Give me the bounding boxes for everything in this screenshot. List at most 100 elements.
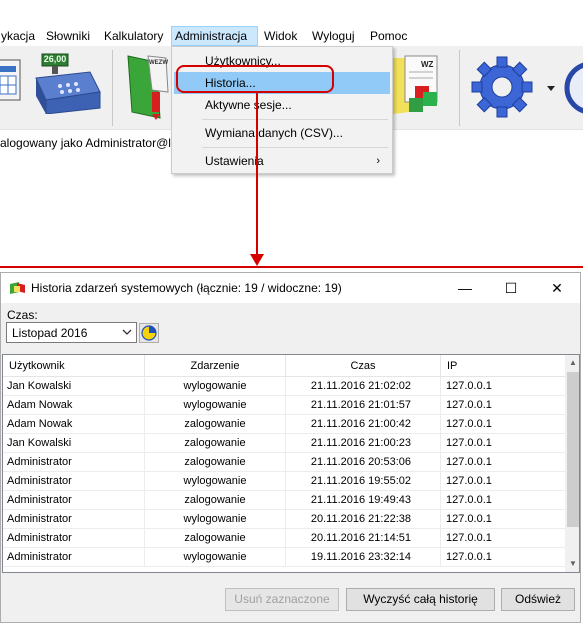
cell-user: Administrator (3, 510, 145, 529)
scroll-up-icon[interactable]: ▲ (565, 355, 579, 371)
cell-time: 21.11.2016 21:02:02 (286, 377, 441, 396)
cell-ip: 127.0.0.1 (446, 513, 492, 525)
clear-history-button[interactable]: Wyczyść całą historię (346, 588, 495, 611)
menu-item-data-exchange[interactable]: Wymiana danych (CSV)... (174, 122, 390, 144)
cell-event: zalogowanie (145, 415, 286, 434)
time-period-select[interactable]: Listopad 2016 (6, 322, 137, 343)
table-row[interactable]: Adam Nowak wylogowanie 21.11.2016 21:01:57… (3, 396, 565, 415)
cell-event: wylogowanie (145, 377, 286, 396)
chevron-down-icon (122, 325, 132, 342)
menu-separator (202, 147, 388, 148)
menu-aplikacja[interactable]: ykacja (0, 26, 38, 46)
time-period-value: Listopad 2016 (12, 326, 88, 340)
vertical-scrollbar[interactable]: ▲ ▼ (565, 355, 579, 572)
menu-item-label: Ustawienia (205, 154, 264, 168)
cell-user: Adam Nowak (3, 415, 145, 434)
table-row[interactable]: Administrator wylogowanie 19.11.2016 23:32… (3, 548, 565, 567)
toolbar-separator (459, 50, 460, 126)
cell-ip: 127.0.0.1 (446, 456, 492, 468)
dialog-titlebar[interactable]: Historia zdarzeń systemowych (łącznie: 1… (1, 273, 580, 303)
invoice-icon[interactable] (0, 56, 24, 106)
column-header-time[interactable]: Czas (286, 355, 441, 377)
minimize-button[interactable]: — (442, 273, 488, 303)
maximize-button[interactable]: ☐ (488, 273, 534, 303)
cell-user: Administrator (3, 491, 145, 510)
history-dialog: Historia zdarzeń systemowych (łącznie: 1… (0, 272, 581, 623)
cell-event: wylogowanie (145, 472, 286, 491)
column-header-event[interactable]: Zdarzenie (145, 355, 286, 377)
cell-user: Administrator (3, 453, 145, 472)
table-row[interactable]: Adam Nowak zalogowanie 21.11.2016 21:00:42… (3, 415, 565, 434)
divider-line (0, 266, 583, 268)
menu-wyloguj[interactable]: Wyloguj (309, 26, 358, 46)
column-header-ip[interactable]: IP (441, 355, 565, 377)
cell-time: 21.11.2016 20:53:06 (286, 453, 441, 472)
table-body: Jan Kowalski wylogowanie 21.11.2016 21:02:… (3, 377, 565, 567)
menu-widok[interactable]: Widok (261, 26, 300, 46)
delete-selected-button[interactable]: Usuń zaznaczone (225, 588, 339, 611)
calendar-button[interactable] (139, 323, 159, 343)
settings-gear-icon[interactable] (470, 56, 542, 118)
scroll-thumb[interactable] (567, 372, 579, 527)
cell-ip: 127.0.0.1 (446, 494, 492, 506)
menu-pomoc[interactable]: Pomoc (367, 26, 410, 46)
menu-item-label: Wymiana danych (CSV)... (205, 126, 343, 140)
table-row[interactable]: Administrator wylogowanie 20.11.2016 21:22… (3, 510, 565, 529)
warehouse-doc-icon[interactable]: WZ (393, 52, 449, 118)
cell-ip: 127.0.0.1 (446, 551, 492, 563)
time-label: Czas: (7, 308, 38, 322)
cell-time: 21.11.2016 21:00:23 (286, 434, 441, 453)
column-header-user[interactable]: Użytkownik (3, 355, 145, 377)
table-row[interactable]: Administrator zalogowanie 20.11.2016 21:14… (3, 529, 565, 548)
cell-time: 20.11.2016 21:14:51 (286, 529, 441, 548)
menu-administracja[interactable]: Administracja (171, 26, 258, 46)
menu-kalkulatory[interactable]: Kalkulatory (101, 26, 166, 46)
cell-time: 21.11.2016 21:00:42 (286, 415, 441, 434)
pie-chart-icon (141, 325, 157, 341)
highlight-callout (176, 65, 334, 93)
table-row[interactable]: Administrator zalogowanie 21.11.2016 19:49… (3, 491, 565, 510)
table-row[interactable]: Jan Kowalski wylogowanie 21.11.2016 21:02:… (3, 377, 565, 396)
logged-in-status: alogowany jako Administrator@l (0, 136, 171, 150)
menu-item-active-sessions[interactable]: Aktywne sesje... (174, 94, 390, 116)
table-row[interactable]: Jan Kowalski zalogowanie 21.11.2016 21:00:… (3, 434, 565, 453)
refresh-button[interactable]: Odśwież (501, 588, 575, 611)
cell-ip: 127.0.0.1 (446, 399, 492, 411)
menu-item-settings[interactable]: Ustawienia › (174, 150, 390, 172)
cell-ip: 127.0.0.1 (446, 418, 492, 430)
cell-ip: 127.0.0.1 (446, 475, 492, 487)
cash-register-icon[interactable]: 26,00 (34, 52, 104, 115)
table-row[interactable]: Administrator zalogowanie 21.11.2016 20:53… (3, 453, 565, 472)
wz-label: WZ (421, 60, 434, 69)
screenshot-root: ykacja Słowniki Kalkulatory Administracj… (0, 0, 583, 625)
submenu-arrow-icon: › (376, 155, 380, 167)
cell-time: 21.11.2016 19:55:02 (286, 472, 441, 491)
scroll-down-icon[interactable]: ▼ (565, 556, 579, 572)
close-button[interactable]: ✕ (534, 273, 580, 303)
cell-ip: 127.0.0.1 (446, 437, 492, 449)
callout-connector (256, 93, 258, 258)
menu-slowniki[interactable]: Słowniki (43, 26, 93, 46)
cell-event: wylogowanie (145, 548, 286, 567)
toolbar-separator (112, 50, 113, 126)
cell-time: 19.11.2016 23:32:14 (286, 548, 441, 567)
cell-time: 21.11.2016 21:01:57 (286, 396, 441, 415)
summons-icon[interactable]: WEZW (122, 52, 172, 122)
cell-event: zalogowanie (145, 491, 286, 510)
cell-event: zalogowanie (145, 434, 286, 453)
cell-ip: 127.0.0.1 (446, 532, 492, 544)
cell-user: Jan Kowalski (3, 377, 145, 396)
table-header: Użytkownik Zdarzenie Czas IP (3, 355, 565, 377)
cell-user: Administrator (3, 548, 145, 567)
chevron-down-icon[interactable] (546, 82, 556, 91)
cell-time: 21.11.2016 19:49:43 (286, 491, 441, 510)
app-icon (9, 281, 27, 295)
arrow-head-icon (250, 254, 264, 266)
cell-user: Adam Nowak (3, 396, 145, 415)
table-row[interactable]: Administrator wylogowanie 21.11.2016 19:55… (3, 472, 565, 491)
main-menubar: ykacja Słowniki Kalkulatory Administracj… (0, 26, 583, 46)
menu-separator (202, 119, 388, 120)
cell-ip: 127.0.0.1 (446, 380, 492, 392)
globe-icon[interactable] (563, 60, 583, 116)
cell-event: wylogowanie (145, 510, 286, 529)
